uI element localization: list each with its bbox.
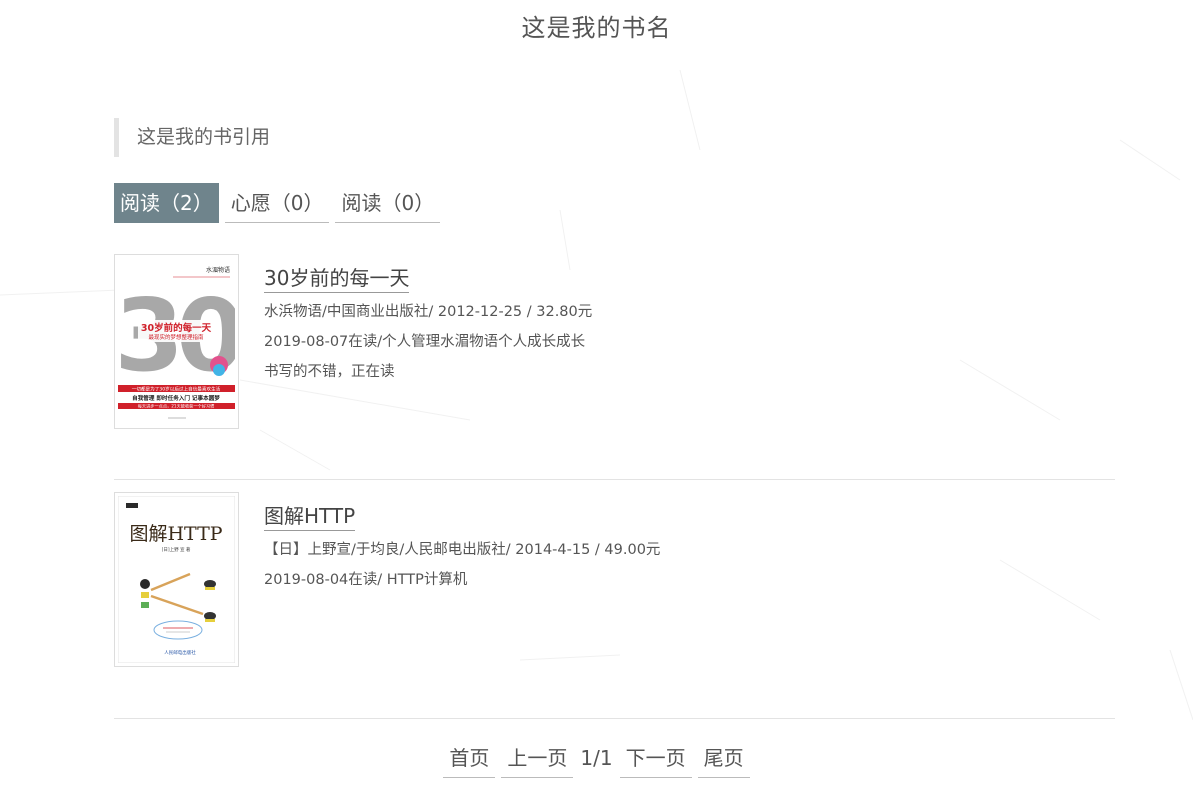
book-info: 图解HTTP 【日】上野宣/于均良/人民邮电出版社/ 2014-4-15 / 4… — [264, 492, 660, 591]
page-title: 这是我的书名 — [521, 14, 672, 42]
book-title-link[interactable]: 30岁前的每一天 — [264, 262, 410, 293]
tab-wishlist[interactable]: 心愿（0） — [224, 183, 330, 223]
svg-text:30岁前的每一天: 30岁前的每一天 — [141, 322, 212, 334]
page-counter: 1/1 — [580, 746, 613, 770]
book-cover[interactable]: 水湄物语 30 30岁前的每一天 最现实的梦想整理指南 一切都是为了30岁以后过… — [114, 254, 239, 429]
svg-text:水湄物语: 水湄物语 — [206, 266, 230, 274]
book-item: 水湄物语 30 30岁前的每一天 最现实的梦想整理指南 一切都是为了30岁以后过… — [114, 254, 1115, 480]
pagination: 首页 上一页 1/1 下一页 尾页 — [0, 740, 1193, 778]
svg-text:图解HTTP: 图解HTTP — [129, 523, 222, 545]
tab-reading[interactable]: 阅读（2） — [114, 183, 219, 223]
next-page-button[interactable]: 下一页 — [619, 740, 692, 778]
svg-text:[日]上野 宣 著: [日]上野 宣 著 — [162, 546, 191, 553]
tab-reading-2[interactable]: 阅读（0） — [335, 183, 441, 223]
svg-text:每天进步一点点，21天能收获一个好习惯: 每天进步一点点，21天能收获一个好习惯 — [138, 403, 215, 410]
book-cover[interactable]: 图解HTTP [日]上野 宣 著 人民邮电出版社 — [114, 492, 239, 667]
book-publish-info: 水浜物语/中国商业出版社/ 2012-12-25 / 32.80元 — [264, 304, 593, 320]
tab-bar: 阅读（2） 心愿（0） 阅读（0） — [114, 183, 446, 223]
svg-text:自我管理 即时任务入门 记事本圆梦: 自我管理 即时任务入门 记事本圆梦 — [132, 394, 220, 402]
prev-page-button[interactable]: 上一页 — [501, 740, 574, 778]
svg-text:人民邮电出版社: 人民邮电出版社 — [164, 649, 196, 656]
last-page-button[interactable]: 尾页 — [697, 740, 750, 778]
book-title-link[interactable]: 图解HTTP — [264, 500, 356, 531]
cover-http-image: 图解HTTP [日]上野 宣 著 人民邮电出版社 — [118, 496, 235, 663]
book-status-tags: 2019-08-07在读/个人管理水湄物语个人成长成长 — [264, 334, 586, 350]
page: 这是我的书名 这是我的书引用 阅读（2） 心愿（0） 阅读（0） 水湄物语 30… — [0, 0, 1193, 789]
svg-text:最现实的梦想整理指南: 最现实的梦想整理指南 — [148, 333, 204, 341]
cover-30-image: 水湄物语 30 30岁前的每一天 最现实的梦想整理指南 一切都是为了30岁以后过… — [118, 258, 235, 425]
first-page-button[interactable]: 首页 — [443, 740, 496, 778]
book-comment: 书写的不错，正在读 — [264, 364, 395, 380]
book-item: 图解HTTP [日]上野 宣 著 人民邮电出版社 图解HTTP 【日】上野宣/于… — [114, 492, 1115, 719]
svg-text:一切都是为了30岁以后过上自信最喜欢生活: 一切都是为了30岁以后过上自信最喜欢生活 — [132, 386, 221, 393]
book-info: 30岁前的每一天 水浜物语/中国商业出版社/ 2012-12-25 / 32.8… — [264, 254, 592, 383]
book-status-tags: 2019-08-04在读/ HTTP计算机 — [264, 572, 468, 588]
book-quote: 这是我的书引用 — [114, 118, 270, 157]
book-publish-info: 【日】上野宣/于均良/人民邮电出版社/ 2014-4-15 / 49.00元 — [264, 542, 661, 558]
